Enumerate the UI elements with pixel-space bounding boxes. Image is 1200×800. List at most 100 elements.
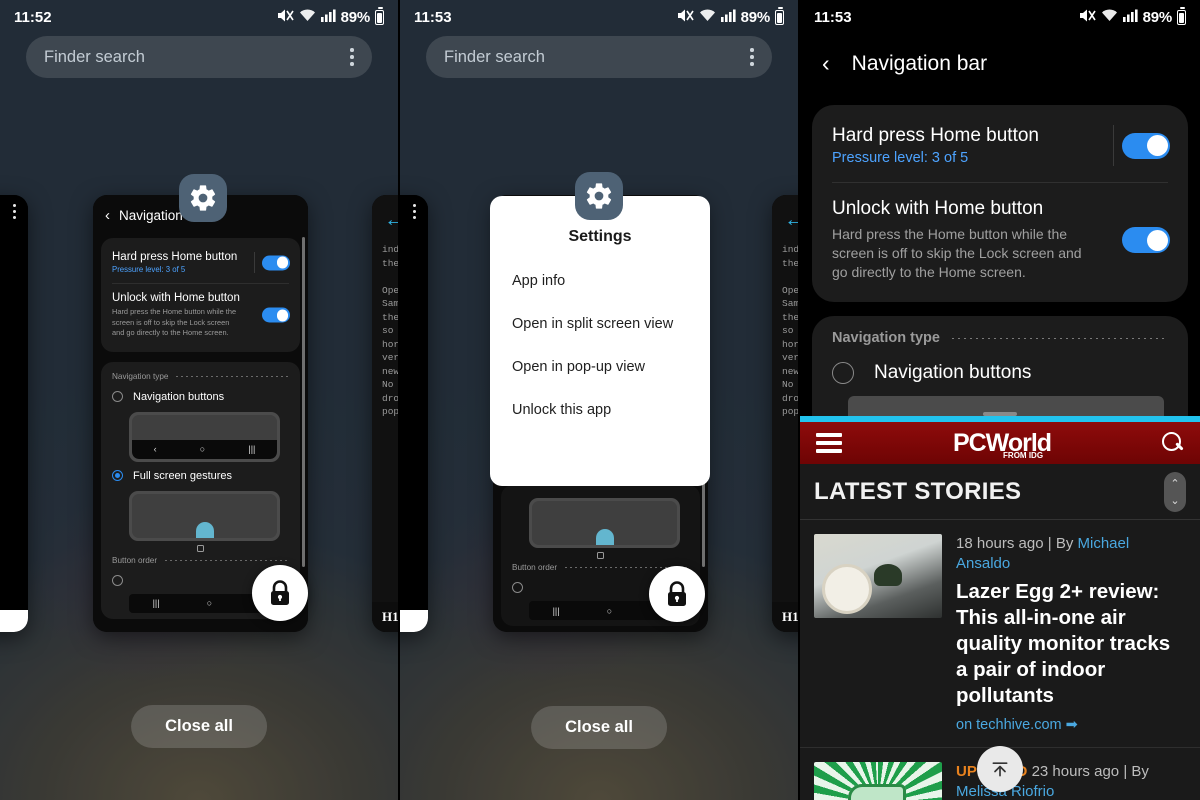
search-icon[interactable] (1162, 432, 1184, 454)
navigation-type-group: Navigation type Navigation buttons (812, 316, 1188, 576)
lock-icon (668, 581, 686, 606)
recent-card-document[interactable]: ← indicato the Gest Open app Samsung the… (372, 195, 398, 632)
pcworld-header: PCWorld FROM IDG (800, 422, 1200, 464)
toggle-hard-press-home[interactable] (1122, 132, 1170, 159)
radio-button-order[interactable] (112, 574, 123, 586)
story-headline[interactable]: Lazer Egg 2+ review: This all-in-one air… (956, 579, 1186, 709)
doc-heading-button[interactable]: H1 (382, 609, 398, 625)
row-unlock-with-home[interactable]: Unlock with Home button Hard press the H… (812, 182, 1188, 298)
option-label: Navigation buttons (874, 362, 1032, 383)
scroll-stepper[interactable]: ⌃ ⌄ (1164, 471, 1186, 512)
status-icons: 89% (677, 6, 784, 27)
settings-app-icon[interactable] (179, 174, 227, 222)
dotted-divider (165, 559, 289, 561)
option-full-screen-gestures[interactable]: Full screen gestures (101, 466, 300, 486)
navigation-type-label: Navigation type (832, 330, 940, 346)
overflow-menu-icon[interactable] (750, 48, 754, 66)
back-chevron-icon[interactable]: ‹ (105, 207, 110, 224)
battery-icon (775, 6, 784, 25)
browser-bottom-bar (0, 610, 28, 632)
navigation-type-header: Navigation type (812, 330, 1188, 356)
mute-icon (277, 8, 294, 27)
home-button-settings-group: Hard press Home button Pressure level: 3… (812, 105, 1188, 302)
page-title: Navigation bar (851, 51, 988, 75)
browser-overflow-icon[interactable] (13, 204, 16, 219)
radio-navigation-buttons[interactable] (112, 391, 123, 402)
settings-card-scrollbar[interactable] (302, 237, 305, 567)
option-navigation-buttons[interactable]: Navigation buttons (812, 356, 1188, 394)
arrow-up-icon (992, 762, 1008, 777)
menu-item-unlock-app[interactable]: Unlock this app (490, 402, 710, 418)
chevron-down-icon[interactable]: ⌄ (1170, 494, 1179, 507)
radio-button-order[interactable] (512, 582, 523, 593)
doc-back-arrow-icon[interactable]: ← (784, 209, 798, 230)
signal-icon (320, 8, 336, 26)
close-all-button[interactable]: Close all (531, 706, 667, 749)
battery-percent: 89% (340, 8, 371, 26)
option-label: Full screen gestures (133, 469, 233, 482)
toggle-divider (1112, 125, 1114, 166)
story-by-label: By (1055, 535, 1074, 552)
row-unlock-with-home[interactable]: Unlock with Home button Hard press the H… (101, 283, 300, 348)
chevron-up-icon[interactable]: ⌃ (1170, 477, 1179, 490)
menu-item-app-info[interactable]: App info (490, 273, 710, 289)
gesture-handle-icon (595, 529, 614, 545)
recent-card-browser[interactable]: w tab (400, 195, 428, 632)
preview-navbar: ‹ ○ ||| (132, 439, 277, 459)
story-item[interactable]: 18 hours ago | By Michael Ansaldo Lazer … (800, 520, 1200, 748)
app-context-menu[interactable]: Settings App info Open in split screen v… (490, 196, 710, 486)
menu-item-popup-view[interactable]: Open in pop-up view (490, 359, 710, 375)
gear-icon (190, 185, 216, 211)
preview-full-screen-gestures (529, 498, 680, 548)
toggle-unlock-with-home[interactable] (1122, 227, 1170, 253)
option-navigation-buttons[interactable]: Navigation buttons (101, 387, 300, 407)
lock-app-button[interactable] (252, 565, 308, 621)
settings-app-icon[interactable] (575, 172, 623, 220)
browser-overflow-icon[interactable] (413, 204, 416, 219)
doc-back-arrow-icon[interactable]: ← (384, 209, 398, 230)
finder-search-bar[interactable]: Finder search (426, 36, 772, 78)
story-thumbnail (814, 762, 942, 800)
story-source-link[interactable]: on techhive.com ➡ (956, 717, 1186, 733)
overflow-menu-icon[interactable] (350, 48, 354, 66)
screen-recents-2: 11:53 89% Finder search Button order |||… (400, 0, 800, 800)
status-icons: 89% (1079, 6, 1186, 27)
toggle-divider (254, 252, 255, 273)
row-subtitle: Pressure level: 3 of 5 (832, 150, 969, 166)
screen-navigation-bar-settings: 11:53 89% ‹ Navigation bar Hard press Ho… (800, 0, 1200, 800)
status-time: 11:53 (414, 8, 452, 26)
radio-full-screen-gestures[interactable] (112, 470, 123, 481)
lock-icon (271, 580, 289, 605)
radio-navigation-buttons[interactable] (832, 362, 854, 384)
mute-icon (1079, 8, 1096, 27)
doc-heading-button[interactable]: H1 (782, 609, 798, 625)
hamburger-menu-icon[interactable] (816, 433, 842, 453)
row-hard-press-home[interactable]: Hard press Home button Pressure level: 3… (812, 109, 1188, 182)
toggle-hard-press-home[interactable] (262, 255, 290, 270)
back-chevron-icon[interactable]: ‹ (822, 50, 830, 77)
story-time: 18 hours ago (956, 535, 1044, 552)
recent-card-browser[interactable]: w tab (0, 195, 28, 632)
story-separator: | (1047, 535, 1052, 552)
wifi-icon (699, 8, 716, 26)
home-indicator-icon (597, 552, 604, 559)
lock-app-button[interactable] (649, 566, 705, 622)
row-hard-press-home[interactable]: Hard press Home button Pressure level: 3… (101, 242, 300, 283)
screen-recents-1: 11:52 89% Finder search ‹ Navigation Har… (0, 0, 400, 800)
close-all-button[interactable]: Close all (131, 705, 267, 748)
recent-card-document[interactable]: ← indicato the Gest Open app Samsung the… (772, 195, 798, 632)
option-label: Navigation buttons (133, 390, 225, 403)
doc-toolbar[interactable]: H1 I (772, 602, 798, 632)
signal-icon (1122, 8, 1138, 26)
story-by-label: By (1131, 763, 1149, 780)
pcworld-logo: PCWorld FROM IDG (953, 430, 1052, 459)
preview-navigation-buttons: ‹ ○ ||| (129, 411, 280, 462)
doc-toolbar[interactable]: H1 I (372, 602, 398, 632)
scroll-to-top-button[interactable] (977, 746, 1023, 792)
finder-search-bar[interactable]: Finder search (26, 36, 372, 78)
menu-item-split-screen[interactable]: Open in split screen view (490, 316, 710, 332)
toggle-unlock-with-home[interactable] (262, 307, 290, 323)
status-bar: 11:52 89% (0, 0, 398, 34)
wifi-icon (299, 8, 316, 26)
battery-percent: 89% (1142, 8, 1173, 26)
